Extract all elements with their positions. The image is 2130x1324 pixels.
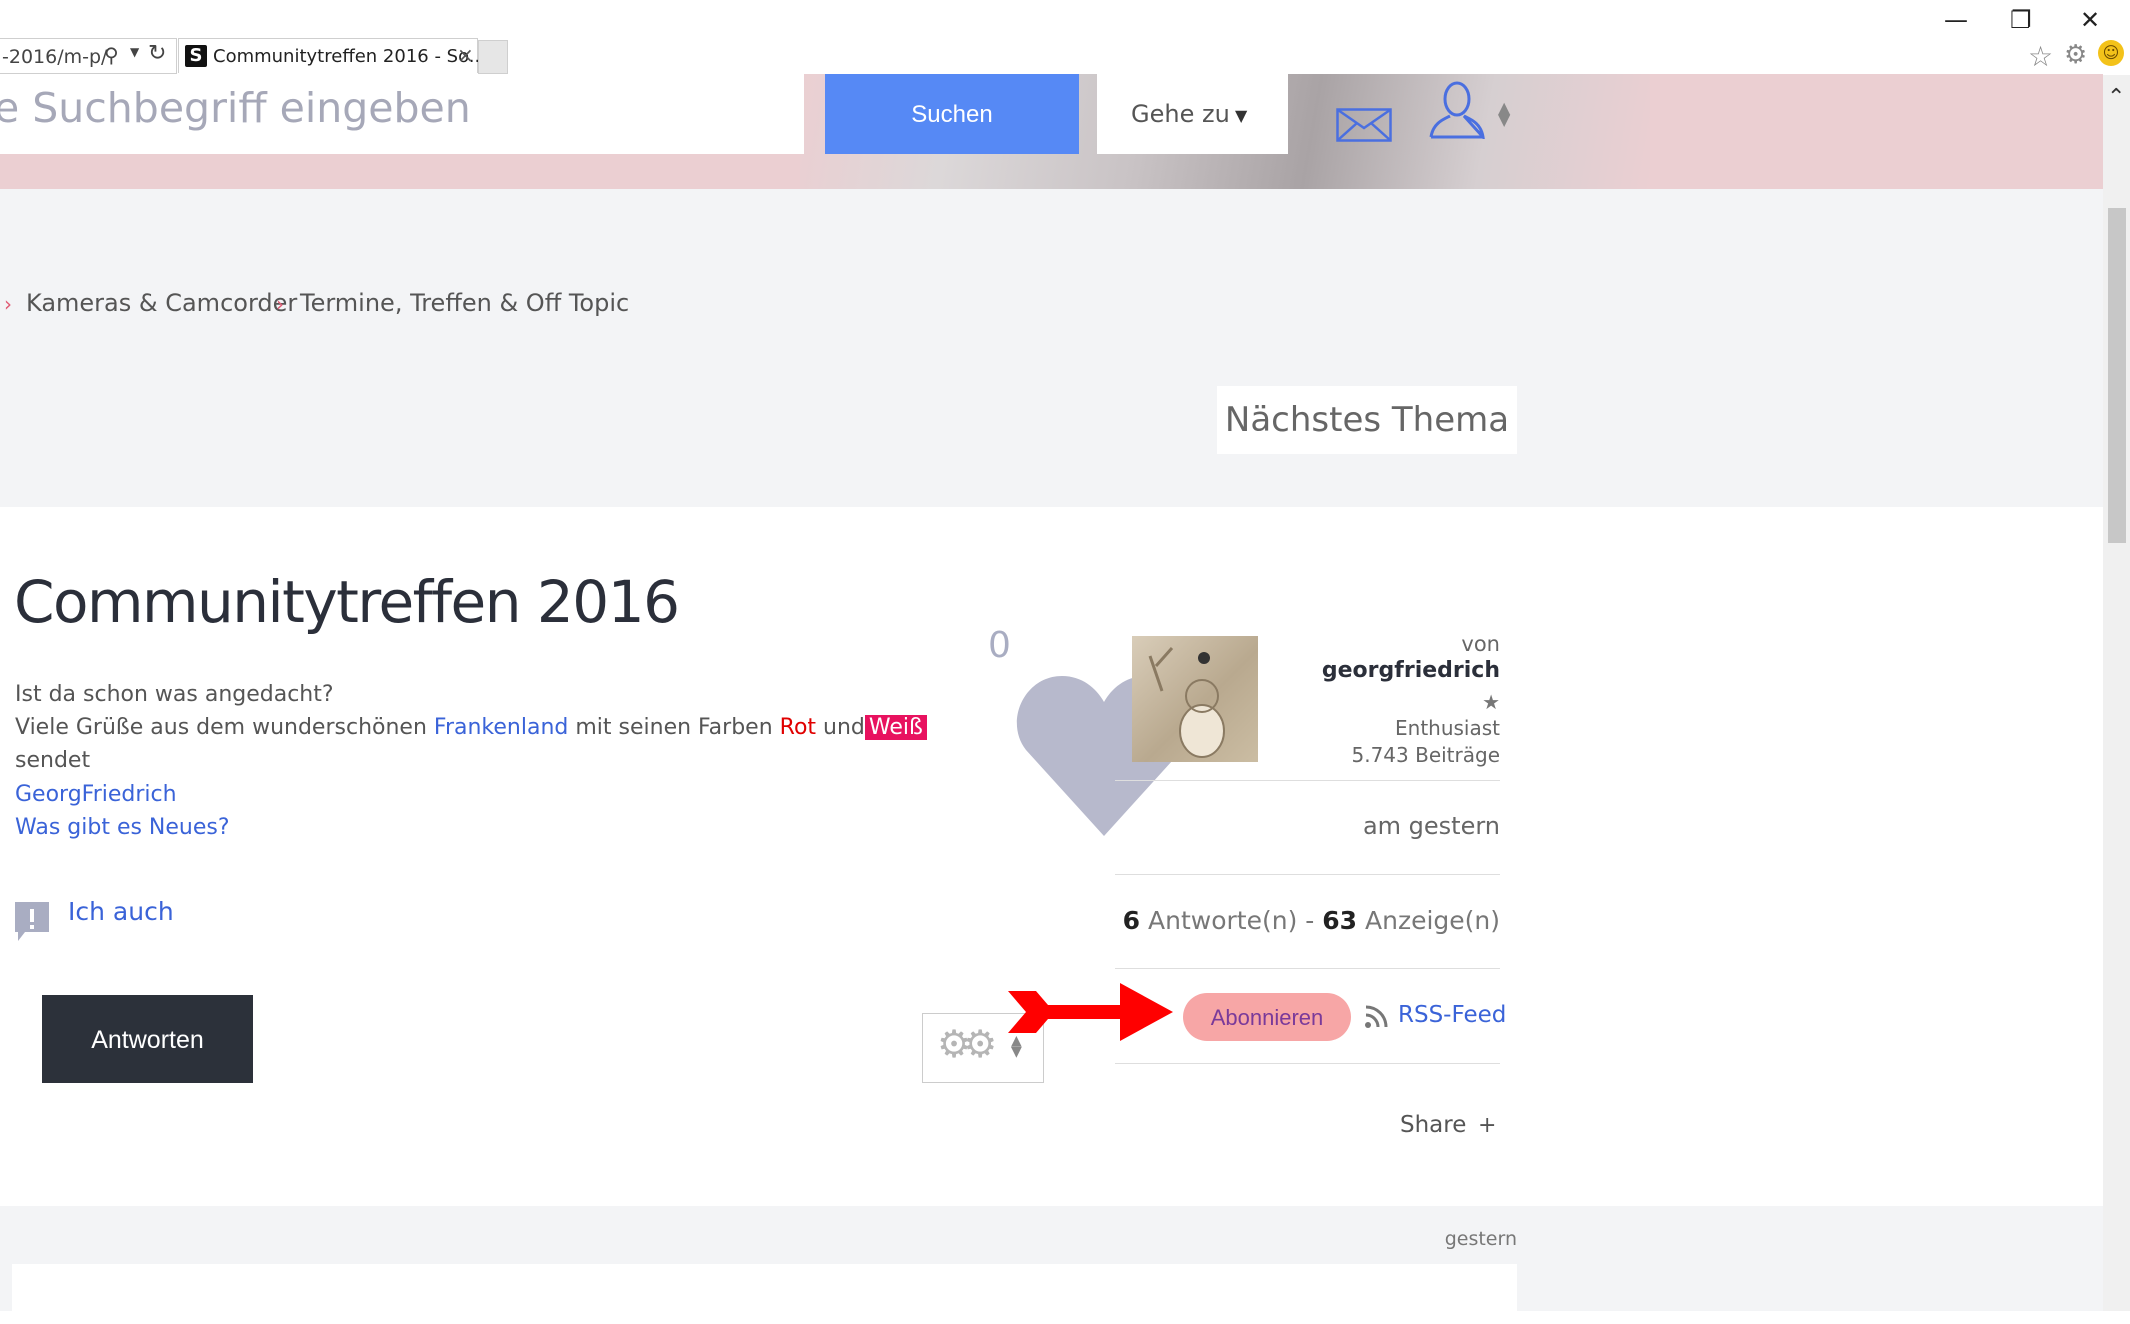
settings-gear-icon[interactable]: ⚙: [2064, 40, 2087, 70]
avatar-image: [1148, 647, 1225, 758]
new-tab-button[interactable]: [478, 40, 508, 74]
reply-card: [12, 1264, 1517, 1324]
divider: [1115, 874, 1500, 875]
post-line-1: Ist da schon was angedacht?: [15, 682, 334, 707]
gear-icon: ⚙⚙: [937, 1022, 997, 1066]
restore-icon[interactable]: ❐: [2010, 6, 2032, 34]
user-icon[interactable]: [1428, 79, 1486, 139]
close-window-icon[interactable]: ✕: [2080, 6, 2100, 34]
post-text: Viele Grüße aus dem wunderschönen: [15, 715, 434, 740]
views-label: Anzeige(n): [1357, 906, 1500, 935]
author-rank: Enthusiast: [1395, 716, 1500, 740]
author-post-count: 5.743 Beiträge: [1351, 743, 1500, 767]
address-text[interactable]: -2016/m-p/: [2, 46, 107, 68]
rank-star-icon: ★: [1482, 690, 1500, 714]
divider: [1115, 968, 1500, 969]
rss-icon[interactable]: [1364, 1005, 1388, 1029]
next-topic-button[interactable]: Nächstes Thema: [1217, 386, 1517, 454]
rss-feed-link[interactable]: RSS-Feed: [1398, 1002, 1506, 1028]
divider: [1115, 780, 1500, 781]
site-header: e Suchbegriff eingeben Suchen Gehe zu ▼ …: [0, 74, 2103, 189]
replies-band: gestern: [0, 1206, 2103, 1324]
reply-button[interactable]: Antworten: [42, 995, 253, 1083]
replies-label: Antworte(n) -: [1140, 906, 1323, 935]
address-bar[interactable]: -2016/m-p/ ⚲ ▼ ↻: [0, 38, 177, 74]
weiss-highlight: Weiß: [864, 715, 927, 740]
browser-tab[interactable]: S Communitytreffen 2016 - So... ×: [178, 38, 486, 73]
post-text: und: [816, 715, 865, 740]
search-placeholder: e Suchbegriff eingeben: [0, 84, 471, 132]
divider: [1115, 1063, 1500, 1064]
goto-dropdown[interactable]: Gehe zu ▼: [1097, 74, 1288, 154]
page-scrollbar[interactable]: ⌃: [2103, 75, 2130, 1311]
author-name[interactable]: georgfriedrich: [1250, 658, 1500, 683]
scroll-thumb[interactable]: [2108, 208, 2126, 543]
address-dropdown-icon[interactable]: ▼: [130, 45, 139, 59]
favorites-star-icon[interactable]: ☆: [2028, 40, 2053, 73]
user-menu-sort-icon[interactable]: ▲ ▼: [1498, 100, 1510, 128]
scroll-up-icon[interactable]: ⌃: [2107, 85, 2125, 110]
reload-icon[interactable]: ↻: [148, 41, 166, 66]
goto-label: Gehe zu: [1131, 100, 1230, 128]
share-button[interactable]: Share: [1400, 1112, 1466, 1138]
breadcrumb-item-termine[interactable]: Termine, Treffen & Off Topic: [300, 289, 629, 317]
red-arrow-annotation: [1008, 983, 1173, 1041]
author-avatar[interactable]: [1132, 636, 1258, 762]
breadcrumb-item-kameras[interactable]: Kameras & Camcorder: [26, 289, 297, 317]
tab-close-icon[interactable]: ×: [457, 43, 474, 67]
signature-name-link[interactable]: GeorgFriedrich: [15, 782, 177, 807]
mail-icon[interactable]: [1336, 108, 1392, 142]
signature-name[interactable]: GeorgFriedrich: [15, 782, 177, 807]
metoo-link[interactable]: Ich auch: [68, 897, 174, 926]
post-text: Ist da schon was angedacht?: [15, 682, 334, 707]
post-text: sendet: [15, 748, 91, 773]
views-count: 63: [1322, 906, 1358, 935]
frankenland-link[interactable]: Frankenland: [434, 715, 568, 740]
post-line-3: sendet: [15, 748, 90, 773]
tab-favicon-icon: S: [185, 45, 207, 67]
address-search-icon[interactable]: ⚲: [104, 43, 119, 67]
signature-news-link[interactable]: Was gibt es Neues?: [15, 815, 230, 840]
rot-text: Rot: [779, 715, 817, 740]
tab-title: Communitytreffen 2016 - So...: [213, 46, 486, 67]
share-plus-icon[interactable]: +: [1478, 1113, 1496, 1138]
feedback-smiley-icon[interactable]: ☺: [2098, 40, 2124, 66]
breadcrumb-chevron-icon: ›: [4, 292, 12, 316]
post-date: am gestern: [1362, 812, 1500, 840]
post-stats: 6 Antworte(n) - 63 Anzeige(n): [1100, 906, 1500, 935]
search-input[interactable]: e Suchbegriff eingeben: [0, 74, 804, 154]
minimize-icon[interactable]: —: [1944, 6, 1968, 34]
signature-link[interactable]: Was gibt es Neues?: [15, 815, 230, 840]
reply-date: gestern: [1444, 1228, 1517, 1250]
author-by-label: von: [1461, 632, 1500, 656]
subscribe-button[interactable]: Abonnieren: [1183, 993, 1351, 1041]
search-button[interactable]: Suchen: [825, 74, 1079, 154]
post-line-2: Viele Grüße aus dem wunderschönen Franke…: [15, 715, 927, 740]
post-text: mit seinen Farben: [568, 715, 780, 740]
breadcrumb-chevron-icon: ›: [276, 292, 284, 316]
exclamation-icon[interactable]: [15, 902, 49, 942]
post-title: Communitytreffen 2016: [14, 568, 680, 636]
breadcrumb-band: › Kameras & Camcorder › Termine, Treffen…: [0, 189, 2103, 507]
replies-count: 6: [1122, 906, 1141, 935]
kudos-count: 0: [988, 625, 1011, 666]
caret-down-icon: ▼: [1235, 106, 1248, 125]
